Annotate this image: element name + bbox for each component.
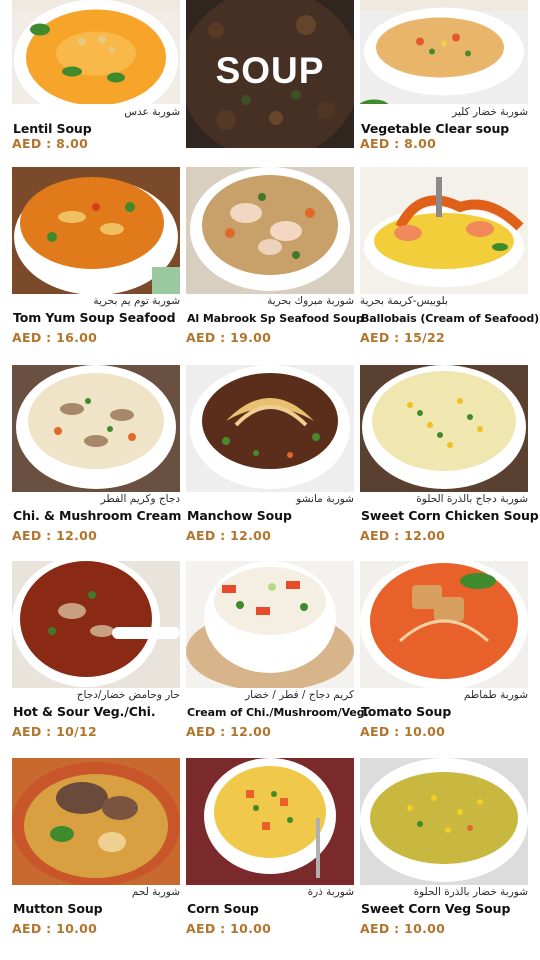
item-english-name: Hot & Sour Veg./Chi.: [13, 704, 156, 719]
item-price: AED : 12.00: [12, 528, 98, 543]
soup-banner: SOUP: [186, 0, 354, 148]
item-english-name: Sweet Corn Chicken Soup: [361, 508, 539, 523]
item-price: AED : 12.00: [186, 528, 272, 543]
item-english-name: Vegetable Clear soup: [361, 121, 510, 136]
cream-soup-photo: [186, 561, 354, 688]
item-arabic-name: شوربة عدس: [124, 106, 180, 118]
vegetable-clear-soup-photo: [360, 0, 528, 104]
item-price: AED : 19.00: [186, 330, 272, 345]
item-price: AED : 10.00: [360, 921, 446, 936]
tom-yum-soup-photo: [12, 167, 180, 294]
soup-menu-grid: شوربة عدس Lentil Soup AED : 8.00 SOUP شو…: [0, 0, 540, 960]
item-arabic-name: كريم دجاج / فطر / خضار: [245, 689, 354, 701]
hot-sour-soup-photo: [12, 561, 180, 688]
item-price: AED : 10.00: [12, 921, 98, 936]
mutton-soup-photo: [12, 758, 180, 885]
item-english-name: Mutton Soup: [13, 901, 103, 916]
chicken-mushroom-cream-photo: [12, 365, 180, 492]
item-english-name: Manchow Soup: [187, 508, 292, 523]
item-price: AED : 8.00: [360, 136, 437, 151]
item-arabic-name: شوربة خضار كلير: [452, 106, 528, 118]
item-price: AED : 12.00: [186, 724, 272, 739]
item-arabic-name: شوربة توم يم بحرية: [93, 295, 180, 307]
item-english-name: Al Mabrook Sp Seafood Soup: [187, 312, 364, 325]
sweet-corn-veg-soup-photo: [360, 758, 528, 885]
item-arabic-name: شوربة دجاج بالذرة الحلوة: [416, 493, 528, 505]
corn-soup-photo: [186, 758, 354, 885]
item-arabic-name: شوربة طماطم: [463, 689, 528, 701]
manchow-soup-photo: [186, 365, 354, 492]
item-english-name: Tom Yum Soup Seafood: [13, 310, 176, 325]
item-price: AED : 10.00: [360, 724, 446, 739]
item-price: AED : 10/12: [12, 724, 97, 739]
al-mabrook-soup-photo: [186, 167, 354, 294]
item-arabic-name: حار وحامض خضار/دجاج: [76, 689, 180, 701]
item-arabic-name: بلوبيس-كريمة بحرية: [360, 295, 448, 307]
item-arabic-name: دجاج وكريم الفطر: [100, 493, 180, 505]
lentil-soup-photo: [12, 0, 180, 104]
tomato-soup-photo: [360, 561, 528, 688]
item-arabic-name: شوربة خضار بالذرة الحلوة: [413, 886, 528, 898]
item-arabic-name: شوربة مبروك بحرية: [267, 295, 354, 307]
item-price: AED : 10.00: [186, 921, 272, 936]
item-price: AED : 12.00: [360, 528, 446, 543]
item-english-name: Sweet Corn Veg Soup: [361, 901, 511, 916]
sweet-corn-chicken-soup-photo: [360, 365, 528, 492]
ballobais-soup-photo: [360, 167, 528, 294]
item-arabic-name: شوربة لحم: [131, 886, 180, 898]
item-arabic-name: شوربة ذرة: [307, 886, 354, 898]
banner-title: SOUP: [215, 50, 325, 91]
item-price: AED : 8.00: [12, 136, 89, 151]
item-english-name: Corn Soup: [187, 901, 259, 916]
item-english-name: Chi. & Mushroom Cream: [13, 508, 182, 523]
item-english-name: Ballobais (Cream of Seafood): [361, 312, 540, 325]
item-english-name: Tomato Soup: [361, 704, 452, 719]
item-price: AED : 16.00: [12, 330, 98, 345]
item-arabic-name: شوربة مانشو: [296, 493, 354, 505]
item-english-name: Cream of Chi./Mushroom/Veg.: [187, 706, 369, 719]
item-english-name: Lentil Soup: [13, 121, 92, 136]
item-price: AED : 15/22: [360, 330, 445, 345]
